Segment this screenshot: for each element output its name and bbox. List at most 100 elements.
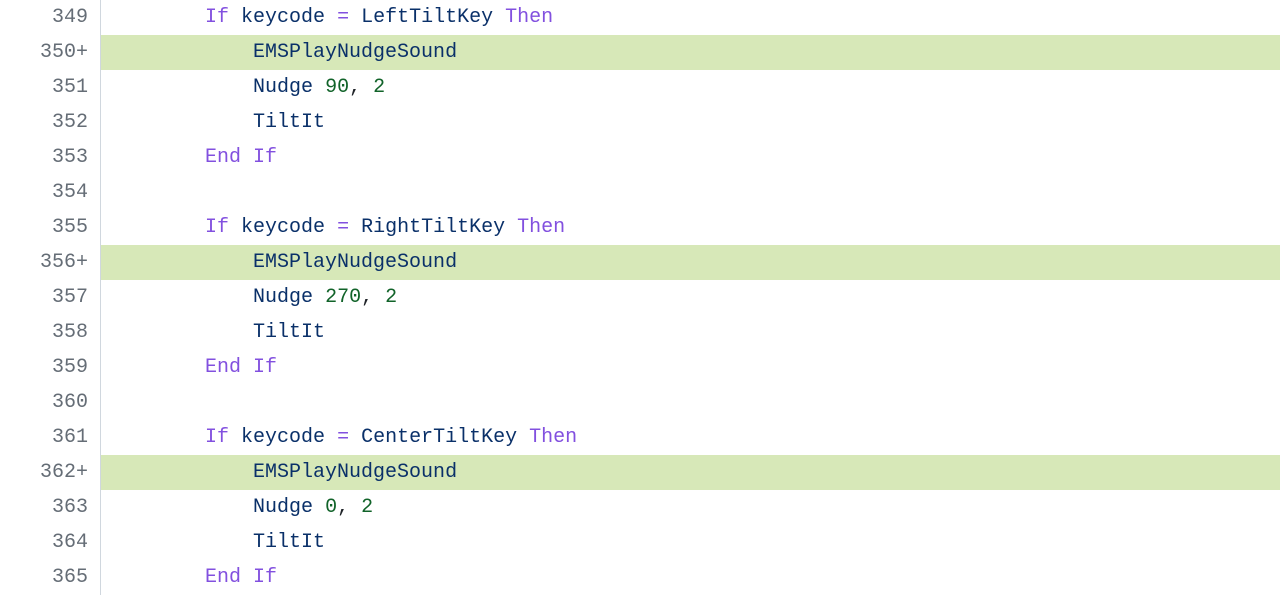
code-line[interactable]: 361 If keycode = CenterTiltKey Then — [0, 420, 1280, 455]
line-number[interactable]: 357 — [0, 280, 101, 315]
line-number[interactable]: 350+ — [0, 35, 101, 70]
code-line[interactable]: 364 TiltIt — [0, 525, 1280, 560]
line-number[interactable]: 351 — [0, 70, 101, 105]
token-kw: End — [205, 566, 241, 589]
indent — [109, 461, 253, 484]
line-number[interactable]: 363 — [0, 490, 101, 525]
token-id: EMSPlayNudgeSound — [253, 461, 457, 484]
token-plain — [349, 216, 361, 239]
token-id: EMSPlayNudgeSound — [253, 251, 457, 274]
line-number[interactable]: 356+ — [0, 245, 101, 280]
token-plain — [325, 426, 337, 449]
code-line[interactable]: 351 Nudge 90, 2 — [0, 70, 1280, 105]
token-id: LeftTiltKey — [361, 6, 493, 29]
code-cell[interactable] — [101, 175, 1280, 210]
token-id: CenterTiltKey — [361, 426, 517, 449]
code-cell[interactable]: EMSPlayNudgeSound — [101, 35, 1280, 70]
code-cell[interactable] — [101, 385, 1280, 420]
token-id: Nudge — [253, 496, 313, 519]
token-plain: , — [349, 76, 373, 99]
token-plain — [349, 426, 361, 449]
code-line[interactable]: 363 Nudge 0, 2 — [0, 490, 1280, 525]
token-id: TiltIt — [253, 111, 325, 134]
token-plain: , — [361, 286, 385, 309]
line-number[interactable]: 360 — [0, 385, 101, 420]
code-line[interactable]: 362+ EMSPlayNudgeSound — [0, 455, 1280, 490]
token-plain — [325, 6, 337, 29]
token-kw: If — [253, 566, 277, 589]
token-plain — [313, 76, 325, 99]
code-line[interactable]: 349 If keycode = LeftTiltKey Then — [0, 0, 1280, 35]
code-line[interactable]: 365 End If — [0, 560, 1280, 595]
token-kw: If — [205, 216, 229, 239]
token-plain — [493, 6, 505, 29]
code-cell[interactable]: End If — [101, 350, 1280, 385]
code-line[interactable]: 350+ EMSPlayNudgeSound — [0, 35, 1280, 70]
indent — [109, 216, 205, 239]
code-line[interactable]: 354 — [0, 175, 1280, 210]
token-kw: Then — [517, 216, 565, 239]
token-plain — [241, 146, 253, 169]
token-id: TiltIt — [253, 531, 325, 554]
token-id: RightTiltKey — [361, 216, 505, 239]
indent — [109, 566, 205, 589]
indent — [109, 6, 205, 29]
code-cell[interactable]: TiltIt — [101, 525, 1280, 560]
token-kw: End — [205, 146, 241, 169]
line-number[interactable]: 355 — [0, 210, 101, 245]
code-line[interactable]: 355 If keycode = RightTiltKey Then — [0, 210, 1280, 245]
line-number[interactable]: 365 — [0, 560, 101, 595]
code-line[interactable]: 358 TiltIt — [0, 315, 1280, 350]
code-cell[interactable]: If keycode = LeftTiltKey Then — [101, 0, 1280, 35]
code-line[interactable]: 357 Nudge 270, 2 — [0, 280, 1280, 315]
code-cell[interactable]: If keycode = CenterTiltKey Then — [101, 420, 1280, 455]
token-id: keycode — [241, 426, 325, 449]
line-number[interactable]: 349 — [0, 0, 101, 35]
token-plain — [229, 6, 241, 29]
code-cell[interactable]: Nudge 0, 2 — [101, 490, 1280, 525]
token-num: 90 — [325, 76, 349, 99]
line-number[interactable]: 354 — [0, 175, 101, 210]
code-line[interactable]: 352 TiltIt — [0, 105, 1280, 140]
line-number[interactable]: 361 — [0, 420, 101, 455]
code-line[interactable]: 353 End If — [0, 140, 1280, 175]
token-kw: If — [253, 356, 277, 379]
token-id: keycode — [241, 6, 325, 29]
code-cell[interactable]: TiltIt — [101, 315, 1280, 350]
code-cell[interactable]: If keycode = RightTiltKey Then — [101, 210, 1280, 245]
token-plain — [505, 216, 517, 239]
code-cell[interactable]: End If — [101, 140, 1280, 175]
token-num: 2 — [385, 286, 397, 309]
token-id: EMSPlayNudgeSound — [253, 41, 457, 64]
line-number[interactable]: 359 — [0, 350, 101, 385]
token-kw: = — [337, 426, 349, 449]
indent — [109, 251, 253, 274]
token-plain — [313, 496, 325, 519]
indent — [109, 41, 253, 64]
line-number[interactable]: 364 — [0, 525, 101, 560]
code-line[interactable]: 359 End If — [0, 350, 1280, 385]
code-cell[interactable]: Nudge 90, 2 — [101, 70, 1280, 105]
token-plain — [229, 426, 241, 449]
token-plain — [229, 216, 241, 239]
token-num: 270 — [325, 286, 361, 309]
code-cell[interactable]: EMSPlayNudgeSound — [101, 245, 1280, 280]
indent — [109, 356, 205, 379]
code-cell[interactable]: EMSPlayNudgeSound — [101, 455, 1280, 490]
code-cell[interactable]: End If — [101, 560, 1280, 595]
line-number[interactable]: 353 — [0, 140, 101, 175]
line-number[interactable]: 352 — [0, 105, 101, 140]
line-number[interactable]: 362+ — [0, 455, 101, 490]
line-number[interactable]: 358 — [0, 315, 101, 350]
token-plain — [349, 6, 361, 29]
token-plain — [241, 566, 253, 589]
indent — [109, 286, 253, 309]
code-line[interactable]: 360 — [0, 385, 1280, 420]
code-cell[interactable]: TiltIt — [101, 105, 1280, 140]
token-kw: End — [205, 356, 241, 379]
indent — [109, 111, 253, 134]
code-cell[interactable]: Nudge 270, 2 — [101, 280, 1280, 315]
indent — [109, 146, 205, 169]
code-line[interactable]: 356+ EMSPlayNudgeSound — [0, 245, 1280, 280]
indent — [109, 321, 253, 344]
